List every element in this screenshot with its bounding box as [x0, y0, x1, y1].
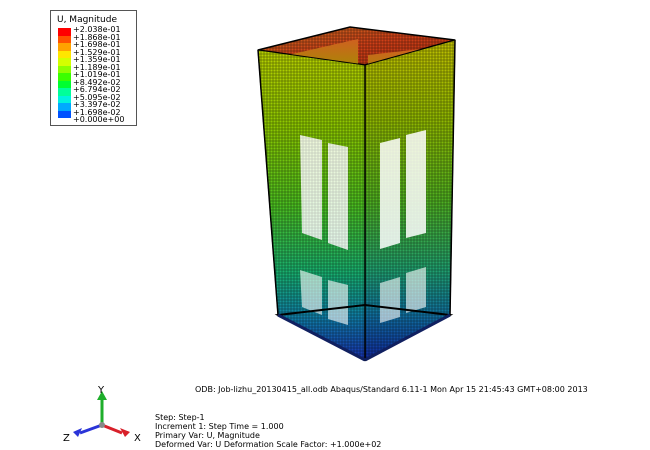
odb-info-line: ODB: Job-lizhu_20130415_all.odb Abaqus/S…	[195, 385, 588, 394]
legend-swatch	[58, 58, 71, 66]
x-axis-arrow	[101, 423, 123, 435]
fe-model-viewport[interactable]	[240, 15, 480, 375]
deformed-var-label: Deformed Var: U Deformation Scale Factor…	[155, 440, 382, 449]
increment-label: Increment 1: Step Time = 1.000	[155, 422, 284, 431]
legend-swatch	[58, 28, 71, 36]
axis-triad: Y X Z	[60, 385, 150, 445]
legend-swatch	[58, 80, 71, 88]
legend-label: +0.000e+00	[73, 115, 125, 124]
legend-swatch	[58, 103, 71, 111]
x-axis-label: X	[134, 433, 141, 444]
legend-swatch	[58, 35, 71, 43]
legend-swatch	[58, 95, 71, 103]
legend-swatch	[58, 73, 71, 81]
primary-var-label: Primary Var: U, Magnitude	[155, 431, 260, 440]
z-axis-arrow	[79, 423, 103, 435]
step-label: Step: Step-1	[155, 413, 205, 422]
contour-legend: U, Magnitude +2.038e-01 +1.868e-01 +1.69…	[50, 10, 137, 126]
legend-swatch	[58, 50, 71, 58]
legend-labels: +2.038e-01 +1.868e-01 +1.698e-01 +1.529e…	[73, 26, 124, 124]
legend-swatch	[58, 43, 71, 51]
legend-color-bar	[58, 28, 71, 118]
legend-swatch	[58, 110, 71, 118]
legend-swatch	[58, 65, 71, 73]
legend-title: U, Magnitude	[57, 15, 117, 25]
legend-swatch	[58, 88, 71, 96]
z-axis-label: Z	[63, 433, 70, 444]
y-axis-label: Y	[98, 385, 105, 396]
